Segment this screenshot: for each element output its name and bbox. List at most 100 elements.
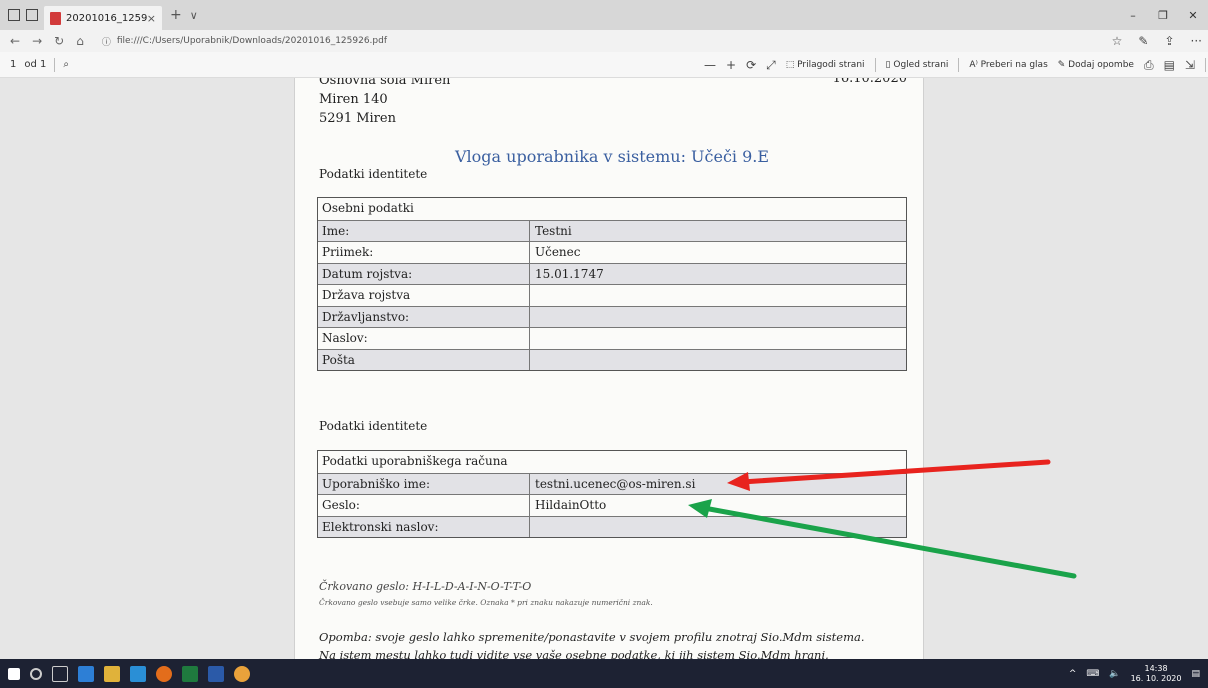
pdf-icon xyxy=(50,11,61,25)
address-bar: ← → ↻ ⌂ ⓘ file:///C:/Users/Uporabnik/Dow… xyxy=(0,30,1208,52)
page-number-input[interactable]: 1 xyxy=(10,59,16,70)
back-button[interactable]: ← xyxy=(10,34,20,48)
tab-title: 20201016_125926.pdf xyxy=(66,12,147,24)
pdf-toolbar: 1 od 1 ⌕ — + ⟳ ⤢ ⬚ Prilagodi strani ▯ Og… xyxy=(0,52,1208,78)
excel-icon[interactable] xyxy=(182,665,198,682)
page-count: od 1 xyxy=(24,59,47,70)
word-icon[interactable] xyxy=(208,665,224,682)
field-label: Ime: xyxy=(318,220,530,241)
search-icon[interactable]: ⌕ xyxy=(63,59,69,70)
field-label: Državljanstvo: xyxy=(318,306,530,327)
home-button[interactable]: ⌂ xyxy=(76,34,84,48)
clock-time: 14:38 xyxy=(1144,663,1168,673)
section-title-2: Podatki identitete xyxy=(319,419,428,433)
school-line-3: 5291 Miren xyxy=(319,111,396,126)
volume-icon[interactable]: 🔈 xyxy=(1109,669,1120,679)
system-tray: ^ ⌨ 🔈 14:38 16. 10. 2020 ▤ xyxy=(1069,659,1200,688)
read-aloud-icon: A⁾ xyxy=(969,60,981,70)
zoom-out-icon[interactable]: — xyxy=(704,58,716,72)
field-value xyxy=(530,517,906,538)
field-value: Testni xyxy=(535,223,572,238)
taskbar-apps xyxy=(0,665,250,682)
section-title-1: Podatki identitete xyxy=(319,167,428,181)
table-caption: Podatki uporabniškega računa xyxy=(322,454,508,468)
close-button[interactable]: ✕ xyxy=(1178,0,1208,30)
field-label: Elektronski naslov: xyxy=(318,516,530,537)
new-tab-button[interactable]: + xyxy=(170,7,182,23)
save-icon[interactable]: ▤ xyxy=(1164,58,1175,72)
table-row: Državljanstvo: xyxy=(318,305,906,327)
page-controls: 1 od 1 ⌕ xyxy=(0,57,69,72)
divider xyxy=(958,58,960,72)
table-row: Naslov: xyxy=(318,327,906,349)
windows-taskbar: ^ ⌨ 🔈 14:38 16. 10. 2020 ▤ xyxy=(0,659,1208,688)
table-row: Država rojstva xyxy=(318,284,906,306)
pdf-tools: — + ⟳ ⤢ ⬚ Prilagodi strani ▯ Ogled stran… xyxy=(704,52,1208,78)
spelled-password-note: Črkovano geslo vsebuje samo velike črke.… xyxy=(319,598,653,607)
field-label: Datum rojstva: xyxy=(318,263,530,284)
save-as-icon[interactable]: ⇲ xyxy=(1185,58,1195,72)
table-row: Ime: Testni xyxy=(318,219,906,241)
field-label: Naslov: xyxy=(318,328,530,349)
divider xyxy=(1204,58,1206,72)
fit-page-icon: ⬚ xyxy=(785,60,798,70)
field-label: Priimek: xyxy=(318,242,530,263)
table-caption-row: Podatki uporabniškega računa xyxy=(318,451,906,473)
url-field[interactable]: ⓘ file:///C:/Users/Uporabnik/Downloads/2… xyxy=(102,35,387,48)
add-notes-button[interactable]: ✎ Dodaj opombe xyxy=(1058,60,1134,70)
tab-list-button[interactable]: ∨ xyxy=(190,9,198,22)
field-label: Geslo: xyxy=(318,495,530,516)
add-notes-icon: ✎ xyxy=(1057,60,1069,70)
tab-bar: 20201016_125926.pdf × + ∨ – ❐ ✕ xyxy=(0,0,1208,30)
firefox-icon[interactable] xyxy=(156,665,172,682)
remark-line-1: Opomba: svoje geslo lahko spremenite/pon… xyxy=(319,630,865,644)
table-row: Pošta xyxy=(318,348,906,370)
start-icon[interactable] xyxy=(8,667,20,680)
table-row: Elektronski naslov: xyxy=(318,515,906,538)
fullscreen-icon[interactable]: ⤢ xyxy=(766,58,776,73)
page-view-button[interactable]: ▯ Ogled strani xyxy=(886,60,949,70)
clock-date: 16. 10. 2020 xyxy=(1130,673,1182,683)
search-icon[interactable] xyxy=(30,667,42,680)
forward-button[interactable]: → xyxy=(32,34,42,48)
notifications-icon[interactable]: ▤ xyxy=(1191,669,1200,679)
chrome-icon[interactable] xyxy=(234,665,250,682)
info-icon[interactable]: ⓘ xyxy=(102,35,111,48)
task-view-icon[interactable] xyxy=(52,665,68,682)
chevron-up-icon[interactable]: ^ xyxy=(1069,669,1077,679)
table-caption-row: Osebni podatki xyxy=(318,198,906,220)
set-tabs-aside-icon[interactable] xyxy=(26,9,38,21)
tabs-aside-icon[interactable] xyxy=(8,9,20,21)
minimize-button[interactable]: – xyxy=(1118,0,1148,30)
zoom-in-icon[interactable]: + xyxy=(726,58,736,72)
refresh-button[interactable]: ↻ xyxy=(54,34,64,48)
spelled-password: Črkovano geslo: H-I-L-D-A-I-N-O-T-T-O xyxy=(319,580,532,593)
clock[interactable]: 14:38 16. 10. 2020 xyxy=(1131,664,1182,684)
rotate-icon[interactable]: ⟳ xyxy=(746,58,756,72)
print-icon[interactable]: ⎙ xyxy=(1144,58,1154,73)
field-value: testni.ucenec@os-miren.si xyxy=(535,476,696,491)
more-icon[interactable]: ··· xyxy=(1191,34,1202,48)
fit-page-button[interactable]: ⬚ Prilagodi strani xyxy=(786,60,865,70)
network-icon[interactable]: ⌨ xyxy=(1086,669,1099,679)
document-date: 16.10.2020 xyxy=(832,78,907,86)
add-notes-label: Dodaj opombe xyxy=(1068,60,1134,70)
pen-icon[interactable]: ✎ xyxy=(1138,34,1148,48)
tab-close-icon[interactable]: × xyxy=(147,12,156,25)
fit-page-label: Prilagodi strani xyxy=(797,60,865,70)
edge-icon[interactable] xyxy=(78,665,94,682)
pdf-viewer[interactable]: Osnovna šola Miren Miren 140 5291 Miren … xyxy=(0,78,1208,659)
maximize-button[interactable]: ❐ xyxy=(1148,0,1178,30)
table-row: Priimek: Učenec xyxy=(318,241,906,263)
store-icon[interactable] xyxy=(130,665,146,682)
tab-pdf[interactable]: 20201016_125926.pdf × xyxy=(44,6,162,30)
read-aloud-button[interactable]: A⁾ Preberi na glas xyxy=(969,60,1047,70)
file-explorer-icon[interactable] xyxy=(104,665,120,682)
url-text[interactable]: file:///C:/Users/Uporabnik/Downloads/202… xyxy=(117,36,387,46)
table-row: Geslo: HildainOtto xyxy=(318,494,906,516)
personal-data-table: Osebni podatki Ime: Testni Priimek: Učenec D… xyxy=(317,197,907,371)
window-controls: – ❐ ✕ xyxy=(1118,0,1208,30)
favorite-icon[interactable]: ☆ xyxy=(1112,34,1123,48)
account-data-table: Podatki uporabniškega računa Uporabniško… xyxy=(317,450,907,538)
share-icon[interactable]: ⇪ xyxy=(1164,34,1174,48)
